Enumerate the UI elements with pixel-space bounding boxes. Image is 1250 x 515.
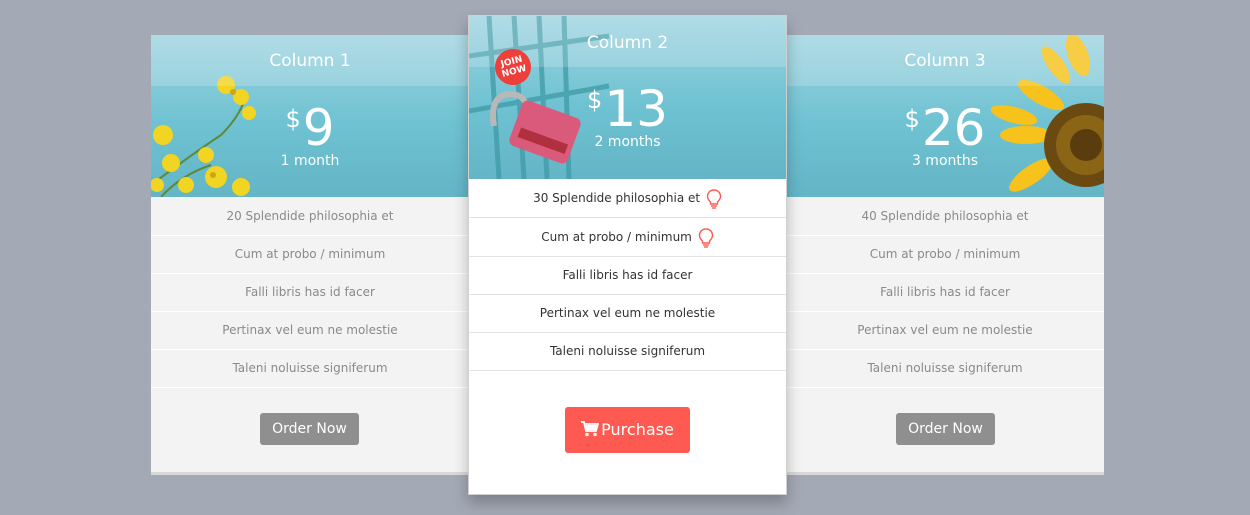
column-2-feature-list: 30 Splendide philosophia et Cum at probo… [469, 179, 786, 371]
purchase-label: Purchase [601, 420, 674, 439]
feature-item: Cum at probo / minimum [469, 218, 786, 257]
column-1-feature-list: 20 Splendide philosophia et Cum at probo… [151, 197, 469, 388]
column-3-period: 3 months [911, 153, 979, 169]
order-now-button-1[interactable]: Order Now [260, 413, 359, 445]
feature-item: Cum at probo / minimum [151, 236, 469, 274]
feature-item: Falli libris has id facer [469, 257, 786, 295]
column-3-feature-list: 40 Splendide philosophia et Cum at probo… [786, 197, 1104, 388]
feature-item: Falli libris has id facer [786, 274, 1104, 312]
feature-item: Pertinax vel eum ne molestie [469, 295, 786, 333]
column-1-price: $9 [151, 101, 469, 155]
pricing-column-2: Column 2 $13 2 months JOIN NOW 30 Splendi… [468, 15, 787, 495]
feature-item: Falli libris has id facer [151, 274, 469, 312]
feature-item: Taleni noluisse signiferum [151, 350, 469, 388]
feature-item: Cum at probo / minimum [786, 236, 1104, 274]
column-2-hero-image: Column 2 $13 2 months [469, 16, 786, 179]
currency-symbol: $ [285, 105, 301, 133]
column-1-period: 1 month [280, 153, 340, 169]
feature-item: Pertinax vel eum ne molestie [151, 312, 469, 350]
pricing-column-3: Column 3 $26 3 months 40 Splendide philo… [786, 35, 1104, 475]
pricing-column-1: Column 1 $9 1 month 20 Splendide philoso… [151, 35, 469, 475]
price-amount: 13 [604, 80, 668, 138]
feature-item: Pertinax vel eum ne molestie [786, 312, 1104, 350]
feature-item: Taleni noluisse signiferum [786, 350, 1104, 388]
column-3-price: $26 [786, 101, 1104, 155]
column-2-price: $13 [469, 82, 786, 136]
currency-symbol: $ [904, 105, 920, 133]
purchase-button[interactable]: Purchase [565, 407, 690, 453]
feature-item: 40 Splendide philosophia et [786, 197, 1104, 236]
column-3-title: Column 3 [904, 51, 986, 71]
feature-text: 30 Splendide philosophia et [533, 191, 701, 205]
price-amount: 9 [302, 99, 335, 157]
cart-icon [581, 421, 600, 437]
feature-item: Taleni noluisse signiferum [469, 333, 786, 371]
feature-text: Cum at probo / minimum [541, 230, 692, 244]
feature-item: 20 Splendide philosophia et [151, 197, 469, 236]
lightbulb-icon [706, 188, 722, 209]
column-2-period: 2 months [594, 134, 661, 150]
feature-item: 30 Splendide philosophia et [469, 179, 786, 218]
column-3-hero-image: Column 3 $26 3 months [786, 35, 1104, 197]
price-amount: 26 [921, 99, 986, 157]
order-now-button-3[interactable]: Order Now [896, 413, 995, 445]
currency-symbol: $ [587, 86, 603, 114]
column-1-title: Column 1 [269, 51, 351, 71]
lightbulb-icon [698, 227, 713, 248]
column-1-hero-image: Column 1 $9 1 month [151, 35, 469, 197]
